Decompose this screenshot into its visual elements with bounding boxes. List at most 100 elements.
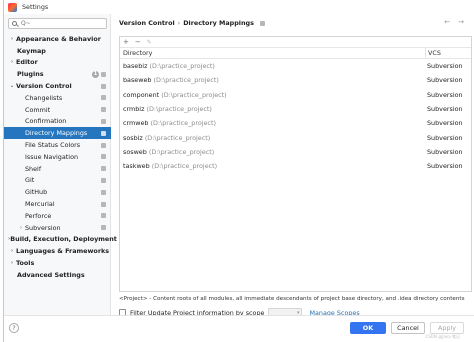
sidebar-item-git[interactable]: Git <box>4 175 111 187</box>
directory-cell: basebiz (D:\practice_project) <box>120 62 425 70</box>
vcs-cell: Subversion <box>427 90 463 99</box>
table-row[interactable]: crmbiz (D:\practice_project) Subversion <box>120 102 471 116</box>
sidebar-item-perforce[interactable]: Perforce <box>4 210 111 222</box>
chevron-down-icon[interactable]: ⌄ <box>8 83 16 89</box>
chevron-right-icon[interactable]: › <box>17 225 25 231</box>
table-row[interactable]: baseweb (D:\practice_project) Subversion <box>120 73 471 87</box>
sidebar-item-label: Subversion <box>25 223 61 232</box>
chevron-right-icon[interactable]: › <box>8 260 16 266</box>
sidebar-item-subversion[interactable]: › Subversion <box>4 222 111 234</box>
sidebar-item-issue-navigation[interactable]: Issue Navigation <box>4 151 111 163</box>
table-row[interactable]: sosbiz (D:\practice_project) Subversion <box>120 130 471 144</box>
project-scope-icon <box>101 95 106 101</box>
remove-mapping-icon[interactable]: − <box>135 38 141 46</box>
settings-sidebar: ›Appearance & BehaviorKeymap›EditorPlugi… <box>4 14 117 315</box>
table-row[interactable]: crmweb (D:\practice_project) Subversion <box>120 116 471 130</box>
sidebar-item-changelists[interactable]: Changelists <box>4 92 111 104</box>
sidebar-item-github[interactable]: GitHub <box>4 186 111 198</box>
window-title: Settings <box>22 3 49 11</box>
sidebar-item-label: Appearance & Behavior <box>16 34 101 43</box>
vcs-cell: Subversion <box>427 119 463 128</box>
table-row[interactable]: taskweb (D:\practice_project) Subversion <box>120 159 471 173</box>
directory-cell: sosbiz (D:\practice_project) <box>120 134 425 142</box>
sidebar-item-appearance-behavior[interactable]: › Appearance & Behavior <box>4 33 111 45</box>
sidebar-item-editor[interactable]: › Editor <box>4 57 111 69</box>
module-path: (D:\practice_project) <box>149 62 215 71</box>
apply-button[interactable]: Apply <box>430 322 464 334</box>
module-path: (D:\practice_project) <box>153 76 219 85</box>
breadcrumb-current: Directory Mappings <box>183 19 254 27</box>
sidebar-item-tools[interactable]: › Tools <box>4 257 111 269</box>
sidebar-item-label: Perforce <box>25 211 52 220</box>
project-scope-icon <box>101 83 106 89</box>
module-path: (D:\practice_project) <box>148 147 215 156</box>
vcs-cell: Subversion <box>427 147 463 156</box>
breadcrumb: Version Control › Directory Mappings <box>119 19 265 27</box>
sidebar-item-label: Issue Navigation <box>25 152 79 161</box>
edit-mapping-icon[interactable]: ✎ <box>147 39 152 46</box>
vcs-cell: Subversion <box>427 105 463 114</box>
sidebar-item-label: Changelists <box>25 93 63 102</box>
project-scope-icon <box>101 177 106 183</box>
module-name: sosbiz <box>123 133 143 142</box>
sidebar-item-build-execution-deployment[interactable]: › Build, Execution, Deployment <box>4 234 117 246</box>
sidebar-item-plugins[interactable]: Plugins 1 <box>4 68 111 80</box>
project-scope-icon <box>101 189 106 195</box>
module-path: (D:\practice_project) <box>150 119 216 128</box>
module-path: (D:\practice_project) <box>146 105 212 114</box>
sidebar-item-label: Plugins <box>17 70 44 79</box>
sidebar-item-directory-mappings[interactable]: Directory Mappings <box>4 127 111 140</box>
settings-search-input[interactable] <box>21 20 101 27</box>
module-name: baseweb <box>123 76 152 85</box>
intellij-logo-icon <box>8 2 17 12</box>
sidebar-item-advanced-settings[interactable]: Advanced Settings <box>4 269 111 281</box>
sidebar-item-confirmation[interactable]: Confirmation <box>4 116 111 128</box>
module-path: (D:\practice_project) <box>161 90 227 99</box>
back-arrow-icon[interactable]: ← <box>444 18 450 26</box>
settings-tree: › Appearance & Behavior Keymap › Editor Plugi… <box>4 33 117 281</box>
history-nav: ← → <box>444 18 464 26</box>
breadcrumb-parent[interactable]: Version Control <box>119 19 175 27</box>
chevron-right-icon[interactable]: › <box>8 36 16 42</box>
table-row[interactable]: sosweb (D:\practice_project) Subversion <box>120 145 471 159</box>
forward-arrow-icon[interactable]: → <box>458 18 464 26</box>
project-scope-icon <box>259 20 265 26</box>
cancel-button[interactable]: Cancel <box>391 322 425 334</box>
update-count-badge: 1 <box>92 70 99 78</box>
sidebar-item-languages-frameworks[interactable]: › Languages & Frameworks <box>4 245 111 257</box>
table-body: basebiz (D:\practice_project) Subversion b… <box>120 59 471 173</box>
project-roots-hint: <Project> - Content roots of all modules… <box>119 296 465 302</box>
sidebar-item-keymap[interactable]: Keymap <box>4 45 111 57</box>
module-name: sosweb <box>123 147 147 156</box>
sidebar-item-commit[interactable]: Commit <box>4 104 111 116</box>
chevron-right-icon[interactable]: › <box>8 59 16 65</box>
sidebar-item-mercurial[interactable]: Mercurial <box>4 198 111 210</box>
sidebar-item-label: Tools <box>16 259 35 268</box>
project-scope-icon <box>101 118 106 124</box>
table-row[interactable]: component (D:\practice_project) Subversio… <box>120 88 471 102</box>
directory-cell: crmbiz (D:\practice_project) <box>120 105 425 113</box>
project-scope-icon <box>101 213 106 219</box>
sidebar-item-shelf[interactable]: Shelf <box>4 163 111 175</box>
table-row[interactable]: basebiz (D:\practice_project) Subversion <box>120 59 471 73</box>
sidebar-item-label: GitHub <box>25 188 48 197</box>
project-scope-icon <box>101 142 106 148</box>
help-icon[interactable]: ? <box>9 323 19 333</box>
sidebar-item-file-status-colors[interactable]: File Status Colors <box>4 139 111 151</box>
breadcrumb-separator-icon: › <box>177 19 181 27</box>
sidebar-item-label: File Status Colors <box>25 141 81 150</box>
vcs-cell: Subversion <box>427 62 463 71</box>
project-scope-icon <box>101 107 106 113</box>
settings-content: Version Control › Directory Mappings ← →… <box>112 14 474 317</box>
module-path: (D:\practice_project) <box>144 133 211 142</box>
directory-cell: component (D:\practice_project) <box>120 91 425 99</box>
module-path: (D:\practice_project) <box>151 162 218 171</box>
directory-column-header[interactable]: Directory <box>120 49 425 57</box>
ok-button[interactable]: OK <box>350 322 386 334</box>
module-name: crmbiz <box>123 105 145 114</box>
vcs-column-header[interactable]: VCS <box>425 48 441 58</box>
sidebar-item-version-control[interactable]: ⌄ Version Control <box>4 80 111 92</box>
add-mapping-icon[interactable]: + <box>123 38 129 46</box>
settings-search-box[interactable] <box>8 18 107 29</box>
chevron-right-icon[interactable]: › <box>8 248 16 254</box>
